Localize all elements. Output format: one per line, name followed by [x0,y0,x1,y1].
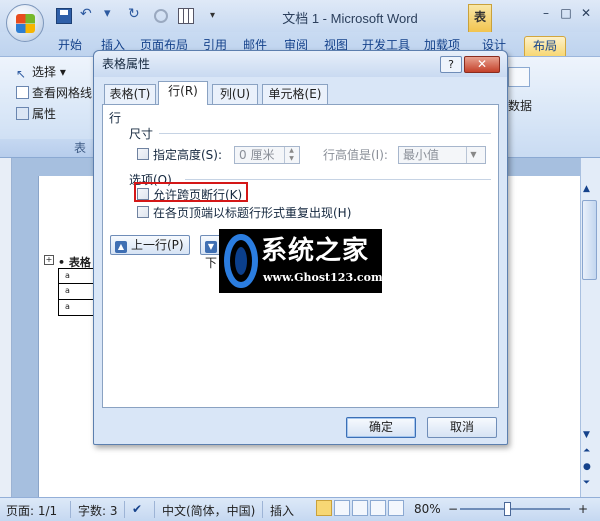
select-label: 选择 ▾ [32,65,66,79]
zoom-slider[interactable] [460,508,570,510]
tab-layout[interactable]: 布局 [524,36,566,56]
undo-icon[interactable]: ↶ [80,6,96,22]
scroll-up-icon[interactable]: ▲ [583,184,590,194]
zoom-in-icon[interactable]: + [578,502,588,516]
properties-icon [16,107,29,120]
next-page-icon[interactable]: ⏷ [583,478,590,488]
full-screen-reading-icon[interactable] [334,500,350,516]
specify-height-checkbox[interactable] [137,148,149,160]
redo-icon[interactable]: ↻ [128,6,144,22]
page-count[interactable]: 页面: 1/1 [6,502,57,519]
help-button[interactable]: ? [440,56,462,73]
proofing-icon[interactable]: ✔ [132,502,142,516]
office-button[interactable] [6,4,44,42]
title-bar: ↶ ▾ ↻ ▾ 文档 1 - Microsoft Word 表 – □ ✕ [0,0,600,32]
highlight-annotation [134,182,248,202]
table-row[interactable]: a [58,268,98,284]
zoom-out-icon[interactable]: − [448,502,458,516]
outline-icon[interactable] [370,500,386,516]
print-layout-icon[interactable] [316,500,332,516]
circle-icon[interactable] [154,9,168,23]
draft-icon[interactable] [388,500,404,516]
size-divider [159,133,491,134]
table-move-handle-icon[interactable]: + [44,255,54,265]
tab-column[interactable]: 列(U) [212,84,258,104]
table-row[interactable]: a [58,284,98,300]
zoom-level[interactable]: 80% [414,502,441,516]
specify-height-label[interactable]: 指定高度(S): [153,146,222,163]
tab-row[interactable]: 行(R) [158,81,208,105]
tab-cell[interactable]: 单元格(E) [262,84,328,104]
insert-mode[interactable]: 插入 [270,502,294,519]
watermark-title: 系统之家 [261,236,370,266]
customize-toolbar-icon[interactable]: ▾ [210,10,226,26]
arrow-down-icon: ▼ [205,241,217,253]
arrow-up-icon: ▲ [115,241,127,253]
height-spinner-icon[interactable]: ▲ ▼ [284,147,298,163]
office-logo-icon [16,14,35,33]
chevron-down-icon[interactable]: ▼ [466,147,480,163]
row-section-label: 行 [109,111,122,125]
repeat-header-checkbox[interactable] [137,206,149,218]
previous-row-button[interactable]: ▲ 上一行(P) [110,235,190,255]
status-divider [154,501,155,518]
size-label: 尺寸 [129,127,154,141]
word-count[interactable]: 字数: 3 [78,502,118,519]
close-button[interactable]: ✕ [574,4,598,22]
scrollbar-thumb[interactable] [582,200,597,280]
view-gridlines-label: 查看网格线 [32,86,93,100]
table-row[interactable]: a [58,300,98,316]
options-divider [185,179,491,180]
previous-row-label: 上一行(P) [131,238,184,252]
view-gridlines-button[interactable]: 查看网格线 [16,84,92,101]
status-divider [124,501,125,518]
repeat-header-label[interactable]: 在各页顶端以标题行形式重复出现(H) [153,204,351,221]
properties-label: 属性 [32,107,57,121]
ok-button[interactable]: 确定 [346,417,416,438]
next-row-label: 下 [205,256,218,270]
status-bar: 页面: 1/1 字数: 3 ✔ 中文(简体，中国) 插入 80% − + [0,497,600,521]
scroll-down-icon[interactable]: ▼ [583,430,590,440]
properties-button[interactable]: 属性 [16,105,56,122]
gridlines-icon [16,86,29,99]
browse-object-icon[interactable]: ● [583,462,591,472]
previous-page-icon[interactable]: ⏶ [583,446,590,456]
watermark-url: www.Ghost123.com [263,271,382,284]
zoom-slider-thumb[interactable] [504,502,511,516]
select-button[interactable]: ↖ 选择 ▾ [16,63,66,81]
cancel-button[interactable]: 取消 [427,417,497,438]
vertical-ruler [0,158,12,497]
table-grid-icon[interactable] [178,8,194,24]
web-layout-icon[interactable] [352,500,368,516]
save-icon[interactable] [56,8,72,24]
tab-table[interactable]: 表格(T) [104,84,156,104]
window-title: 文档 1 - Microsoft Word [282,11,418,26]
table-tools-tab[interactable]: 表 [468,4,492,32]
select-arrow-icon: ↖ [16,67,27,81]
status-divider [70,501,71,518]
language-indicator[interactable]: 中文(简体，中国) [162,502,255,519]
row-height-rule-label: 行高值是(I): [323,148,388,162]
repeat-icon[interactable]: ▾ [104,6,120,22]
status-divider [262,501,263,518]
data-group-icon[interactable] [508,67,530,87]
view-buttons [316,500,408,518]
dialog-close-button[interactable]: ✕ [464,56,500,73]
watermark-banner: 系统之家 www.Ghost123.com [219,229,382,293]
tab-home[interactable]: 开始 [52,36,88,56]
data-group-label[interactable]: 数据 [508,97,532,114]
watermark-logo-icon [224,234,258,288]
